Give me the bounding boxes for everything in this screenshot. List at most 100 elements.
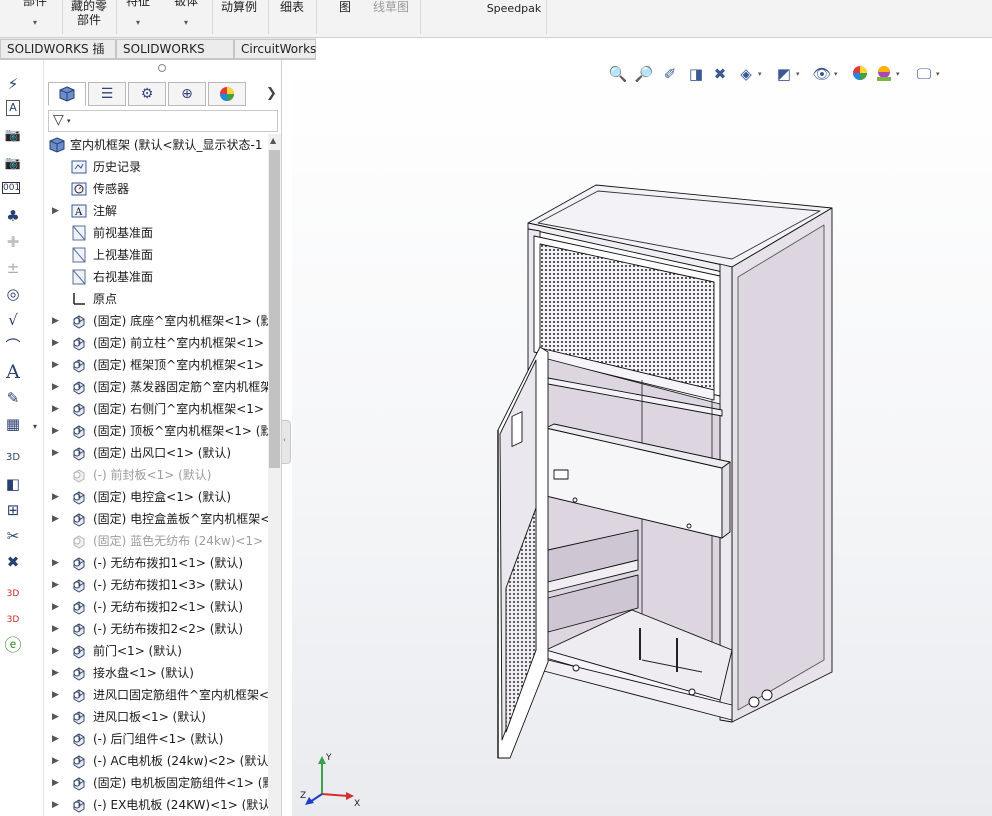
- weld-symbol-icon[interactable]: ⌒: [3, 336, 23, 356]
- ribbon-button-motion-study[interactable]: 动算例: [214, 0, 264, 38]
- tree-node[interactable]: ▶ 进风口板<1> (默认): [44, 706, 268, 728]
- edrawings-icon[interactable]: ⓔ: [3, 636, 23, 656]
- tree-node[interactable]: 前视基准面: [44, 222, 268, 244]
- ribbon-button-speedpak[interactable]: Speedpak: [484, 0, 544, 38]
- balloon-icon[interactable]: ♣: [3, 206, 23, 226]
- tree-node[interactable]: ▶ (固定) 电机板固定筋组件<1> (默: [44, 772, 268, 794]
- scroll-up-icon[interactable]: ▲: [270, 136, 276, 145]
- tree-node[interactable]: (固定) 蓝色无纺布 (24kw)<1>: [44, 530, 268, 552]
- 3d-pdf-alt-icon[interactable]: 3D: [3, 610, 23, 630]
- tabs-more-arrow-icon[interactable]: ❯: [266, 86, 277, 101]
- tree-node[interactable]: ▶ (固定) 顶板^室内机框架<1> (默: [44, 420, 268, 442]
- capture-icon[interactable]: ✂: [3, 526, 23, 546]
- expand-arrow-icon[interactable]: ▶: [52, 200, 60, 222]
- ribbon-button-parts[interactable]: 部件 ▾: [10, 0, 60, 38]
- ribbon-button-features[interactable]: 特征 ▾: [118, 0, 158, 38]
- tree-node[interactable]: 历史记录: [44, 156, 268, 178]
- expand-arrow-icon[interactable]: ▶: [52, 508, 60, 530]
- tree-node[interactable]: ▶ (固定) 电控盒<1> (默认): [44, 486, 268, 508]
- table-dropdown-icon[interactable]: ▾: [33, 422, 37, 431]
- tab-solidworks-mbd[interactable]: SOLIDWORKS MBD: [116, 39, 234, 74]
- tree-node[interactable]: (-) 前封板<1> (默认): [44, 464, 268, 486]
- tree-node[interactable]: ▶ (-) 无纺布拨扣2<2> (默认): [44, 618, 268, 640]
- expand-arrow-icon[interactable]: ▶: [52, 750, 60, 772]
- camera-3d-icon[interactable]: 📷: [3, 126, 23, 146]
- tools-icon[interactable]: ✖: [3, 552, 23, 572]
- tree-node[interactable]: ▶ (-) 无纺布拨扣1<1> (默认): [44, 552, 268, 574]
- 3d-pdf-icon[interactable]: 3D: [3, 584, 23, 604]
- expand-arrow-icon[interactable]: ▶: [52, 398, 60, 420]
- model-cabinet-frame[interactable]: [292, 60, 992, 816]
- tree-node[interactable]: ▶ (-) 无纺布拨扣2<1> (默认): [44, 596, 268, 618]
- tree-node[interactable]: ▶ (-) 无纺布拨扣1<3> (默认): [44, 574, 268, 596]
- gauge-icon[interactable]: ◎: [3, 284, 23, 304]
- tree-node[interactable]: 传感器: [44, 178, 268, 200]
- text-icon[interactable]: A: [3, 362, 23, 382]
- tree-node[interactable]: 原点: [44, 288, 268, 310]
- scrollbar-thumb[interactable]: [269, 150, 280, 468]
- expand-arrow-icon[interactable]: ▶: [52, 596, 60, 618]
- tree-node[interactable]: ▶ 进风口固定筋组件^室内机框架<: [44, 684, 268, 706]
- tree-scrollbar[interactable]: ▲: [268, 134, 281, 816]
- tree-node[interactable]: ▶ (-) 后门组件<1> (默认): [44, 728, 268, 750]
- table-icon[interactable]: ▦: [3, 414, 23, 434]
- tree-node[interactable]: ▶ (固定) 电控盒盖板^室内机框架<: [44, 508, 268, 530]
- graphics-area[interactable]: 🔍 🔎 ✐ ◨ ✖ ◈ ▾ ◩ ▾ 👁 ▾ ▾ 🖵 ▾ Y X Z: [292, 60, 992, 816]
- expand-arrow-icon[interactable]: ▶: [52, 420, 60, 442]
- expand-arrow-icon[interactable]: ▶: [52, 706, 60, 728]
- tree-node[interactable]: ▶ (-) AC电机板 (24kw)<2> (默认: [44, 750, 268, 772]
- tree-node[interactable]: ▶ (固定) 出风口<1> (默认): [44, 442, 268, 464]
- tree-node[interactable]: ▶ (固定) 框架顶^室内机框架<1> (: [44, 354, 268, 376]
- surface-finish-icon[interactable]: √: [3, 310, 23, 330]
- section-view-icon[interactable]: ◧: [3, 474, 23, 494]
- tab-display-manager[interactable]: [208, 82, 246, 106]
- expand-arrow-icon[interactable]: ▶: [52, 794, 60, 816]
- expand-arrow-icon[interactable]: ▶: [52, 310, 60, 332]
- pin-icon[interactable]: ✎: [3, 388, 23, 408]
- tab-dimxpert-manager[interactable]: ⊕: [168, 82, 206, 106]
- tree-node[interactable]: ▶ (固定) 底座^室内机框架<1> (默: [44, 310, 268, 332]
- tab-circuitworks[interactable]: CircuitWorks: [234, 39, 316, 59]
- tab-solidworks-addins[interactable]: SOLIDWORKS 插件: [0, 39, 116, 74]
- expand-arrow-icon[interactable]: ▶: [52, 728, 60, 750]
- weld-icon[interactable]: ✚: [3, 232, 23, 252]
- expand-arrow-icon[interactable]: ▶: [52, 684, 60, 706]
- tree-node[interactable]: ▶ (固定) 前立柱^室内机框架<1> (默: [44, 332, 268, 354]
- expand-arrow-icon[interactable]: ▶: [52, 772, 60, 794]
- expand-arrow-icon[interactable]: ▶: [52, 640, 60, 662]
- number-icon[interactable]: 001: [2, 182, 20, 194]
- ribbon-button-explode-line-sketch[interactable]: 线草图: [366, 0, 416, 38]
- tab-configuration-manager[interactable]: ⚙: [128, 82, 166, 106]
- tree-node[interactable]: ▶ (固定) 蒸发器固定筋^室内机框架: [44, 376, 268, 398]
- smart-dimension-icon[interactable]: ⚡: [3, 74, 23, 94]
- expand-arrow-icon[interactable]: ▶: [52, 486, 60, 508]
- ribbon-button-exploded-view[interactable]: 图: [330, 0, 360, 38]
- expand-arrow-icon[interactable]: ▶: [52, 574, 60, 596]
- ribbon-button-hidden-parts[interactable]: 藏的零 部件: [64, 0, 114, 38]
- ribbon-button-body[interactable]: 钣体 ▾: [164, 0, 208, 38]
- expand-arrow-icon[interactable]: ▶: [52, 442, 60, 464]
- note-icon[interactable]: A: [6, 100, 20, 116]
- dimxpert-icon[interactable]: ⊞: [3, 500, 23, 520]
- tree-node[interactable]: ▶ (-) EX电机板 (24KW)<1> (默认: [44, 794, 268, 816]
- 3d-view-icon[interactable]: 3D: [3, 448, 23, 468]
- tree-node[interactable]: 上视基准面: [44, 244, 268, 266]
- expand-arrow-icon[interactable]: ▶: [52, 552, 60, 574]
- expand-arrow-icon[interactable]: ▶: [52, 354, 60, 376]
- camera-3d-alt-icon[interactable]: 📷: [3, 154, 23, 174]
- tree-node[interactable]: 右视基准面: [44, 266, 268, 288]
- datum-icon[interactable]: ±: [3, 258, 23, 278]
- panel-grip-icon[interactable]: [158, 64, 166, 72]
- tree-node[interactable]: ▶ (固定) 右侧门^室内机框架<1> (: [44, 398, 268, 420]
- expand-arrow-icon[interactable]: ▶: [52, 376, 60, 398]
- ribbon-button-bom[interactable]: 细表: [272, 0, 312, 38]
- expand-arrow-icon[interactable]: ▶: [52, 662, 60, 684]
- tree-node[interactable]: ▶ 前门<1> (默认): [44, 640, 268, 662]
- tree-node[interactable]: ▶ 接水盘<1> (默认): [44, 662, 268, 684]
- panel-collapse-handle[interactable]: ‹: [282, 420, 291, 464]
- tree-filter-input[interactable]: ▽ ▾: [48, 110, 278, 132]
- expand-arrow-icon[interactable]: ▶: [52, 332, 60, 354]
- expand-arrow-icon[interactable]: ▶: [52, 618, 60, 640]
- tree-root-assembly[interactable]: 室内机框架 (默认<默认_显示状态-1: [44, 134, 268, 156]
- tab-property-manager[interactable]: ☰: [88, 82, 126, 106]
